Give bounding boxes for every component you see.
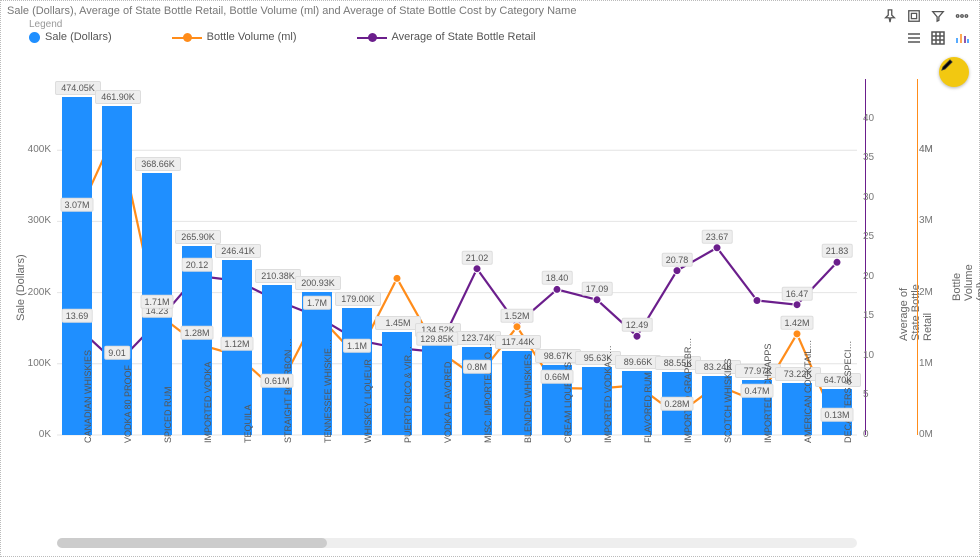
- volume-point-label: 0.8M: [463, 360, 491, 374]
- category-label: VODKA 80 PROOF: [123, 365, 133, 443]
- view-toolbar: [905, 29, 971, 47]
- retail-point-label: 12.49: [622, 318, 653, 332]
- legend-item-sale[interactable]: Sale (Dollars): [29, 31, 112, 43]
- chart-visual: Sale (Dollars), Average of State Bottle …: [0, 0, 980, 557]
- volume-point-label: 0.66M: [540, 370, 573, 384]
- y-right2-tick: 3M: [919, 215, 949, 226]
- bar-label: 179.00K: [335, 292, 381, 306]
- y-right1-tick: 25: [863, 231, 893, 242]
- y-right2-tick: 0M: [919, 429, 949, 440]
- y-left-tick: 400K: [11, 144, 51, 155]
- y-right2-tick: 1M: [919, 358, 949, 369]
- y-right2-tick: 4M: [919, 144, 949, 155]
- visual-toolbar: [881, 7, 971, 25]
- y-right1-tick: 15: [863, 310, 893, 321]
- category-label: MISC. IMPORTED CO…: [483, 343, 493, 443]
- category-label: VODKA FLAVORED: [443, 362, 453, 443]
- axis-line-retail: [865, 79, 866, 435]
- volume-point-label: 1.52M: [500, 309, 533, 323]
- y-right1-tick: 40: [863, 113, 893, 124]
- y-right1-tick: 10: [863, 350, 893, 361]
- chart-title: Sale (Dollars), Average of State Bottle …: [7, 5, 576, 17]
- y-axis-right1-title: Average of State Bottle Retail: [898, 260, 934, 341]
- line-orange-icon: [172, 33, 202, 42]
- volume-point-label: 1.1M: [343, 338, 371, 352]
- y-left-tick: 200K: [11, 287, 51, 298]
- volume-point-label: 1.7M: [303, 296, 331, 310]
- bar-swatch-icon: [29, 32, 40, 43]
- line-purple-icon: [357, 33, 387, 42]
- bar-label: 117.44K: [495, 335, 541, 349]
- retail-point-label: 17.09: [582, 282, 613, 296]
- category-label: DECANTERS & SPECI…: [843, 340, 853, 443]
- retail-point-label: 21.02: [462, 251, 493, 265]
- category-label: BLENDED WHISKIES: [523, 354, 533, 443]
- category-label: IMPORTED VODKA - …: [603, 345, 613, 443]
- bar-label: 64.70K: [815, 373, 861, 387]
- bar-label: 461.90K: [95, 90, 141, 104]
- bar-label: 246.41K: [215, 244, 261, 258]
- y-right1-tick: 35: [863, 152, 893, 163]
- volume-point-label: 1.42M: [780, 316, 813, 330]
- retail-point-label: 20.12: [182, 258, 213, 272]
- legend-item-volume[interactable]: Bottle Volume (ml): [172, 31, 297, 43]
- volume-point-label: 129.85K: [416, 331, 458, 345]
- bar-layer: 474.05K461.90K368.66K265.90K246.41K210.3…: [57, 79, 857, 435]
- volume-point-label: 1.28M: [180, 326, 213, 340]
- filter-icon[interactable]: [929, 7, 947, 25]
- retail-point-label: 20.78: [662, 252, 693, 266]
- category-label: TEQUILA: [243, 404, 253, 443]
- focus-icon[interactable]: [905, 7, 923, 25]
- legend: Sale (Dollars) Bottle Volume (ml) Averag…: [29, 31, 536, 43]
- axis-line-volume: [917, 79, 918, 435]
- y-axis-right2-title: Bottle Volume (ml): [951, 264, 980, 301]
- category-label: PUERTO RICO & VIR…: [403, 346, 413, 443]
- category-label: FLAVORED RUM: [643, 372, 653, 443]
- volume-point-label: 0.28M: [660, 397, 693, 411]
- pin-icon[interactable]: [881, 7, 899, 25]
- retail-point-label: 16.47: [782, 287, 813, 301]
- volume-point-label: 1.12M: [220, 337, 253, 351]
- table-icon[interactable]: [929, 29, 947, 47]
- category-label: TENNESSEE WHISKIE…: [323, 339, 333, 443]
- retail-point-label: 9.01: [104, 346, 130, 360]
- category-label: CANADIAN WHISKIES: [83, 350, 93, 443]
- category-label: WHISKEY LIQUEUR: [363, 359, 373, 443]
- y-left-tick: 100K: [11, 358, 51, 369]
- scrollbar-thumb[interactable]: [57, 538, 327, 548]
- legend-item-retail[interactable]: Average of State Bottle Retail: [357, 31, 536, 43]
- category-label: SCOTCH WHISKIES: [723, 358, 733, 443]
- horizontal-scrollbar[interactable]: [57, 538, 857, 548]
- retail-point-label: 13.69: [62, 308, 93, 322]
- plot-area[interactable]: 474.05K461.90K368.66K265.90K246.41K210.3…: [57, 79, 857, 435]
- retail-point-label: 18.40: [542, 271, 573, 285]
- y-left-tick: 300K: [11, 215, 51, 226]
- bar-chart-icon[interactable]: [953, 29, 971, 47]
- category-label: IMPORTED GRAPE BR…: [683, 338, 693, 443]
- category-label: STRAIGHT BOURBON …: [283, 338, 293, 443]
- more-icon[interactable]: [953, 7, 971, 25]
- volume-point-label: 1.71M: [140, 295, 173, 309]
- volume-point-label: 0.61M: [260, 373, 293, 387]
- hamburger-icon[interactable]: [905, 29, 923, 47]
- y-right2-tick: 2M: [919, 287, 949, 298]
- edit-pencil-button[interactable]: [939, 57, 969, 87]
- y-left-tick: 0K: [11, 429, 51, 440]
- volume-point-label: 0.13M: [820, 408, 853, 422]
- y-right1-tick: 0: [863, 429, 893, 440]
- y-right1-tick: 30: [863, 192, 893, 203]
- retail-point-label: 23.67: [702, 230, 733, 244]
- bar-label: 265.90K: [175, 230, 221, 244]
- bar-label: 200.93K: [295, 276, 341, 290]
- legend-header: Legend: [29, 19, 62, 30]
- bar-label: 368.66K: [135, 157, 181, 171]
- retail-point-label: 21.83: [822, 244, 853, 258]
- volume-point-label: 0.47M: [740, 383, 773, 397]
- category-label: SPICED RUM: [163, 386, 173, 443]
- volume-point-label: 3.07M: [60, 198, 93, 212]
- y-right1-tick: 20: [863, 271, 893, 282]
- category-label: AMERICAN COCKTAIL…: [803, 340, 813, 443]
- category-label: IMPORTED VODKA: [203, 362, 213, 443]
- y-right1-tick: 5: [863, 389, 893, 400]
